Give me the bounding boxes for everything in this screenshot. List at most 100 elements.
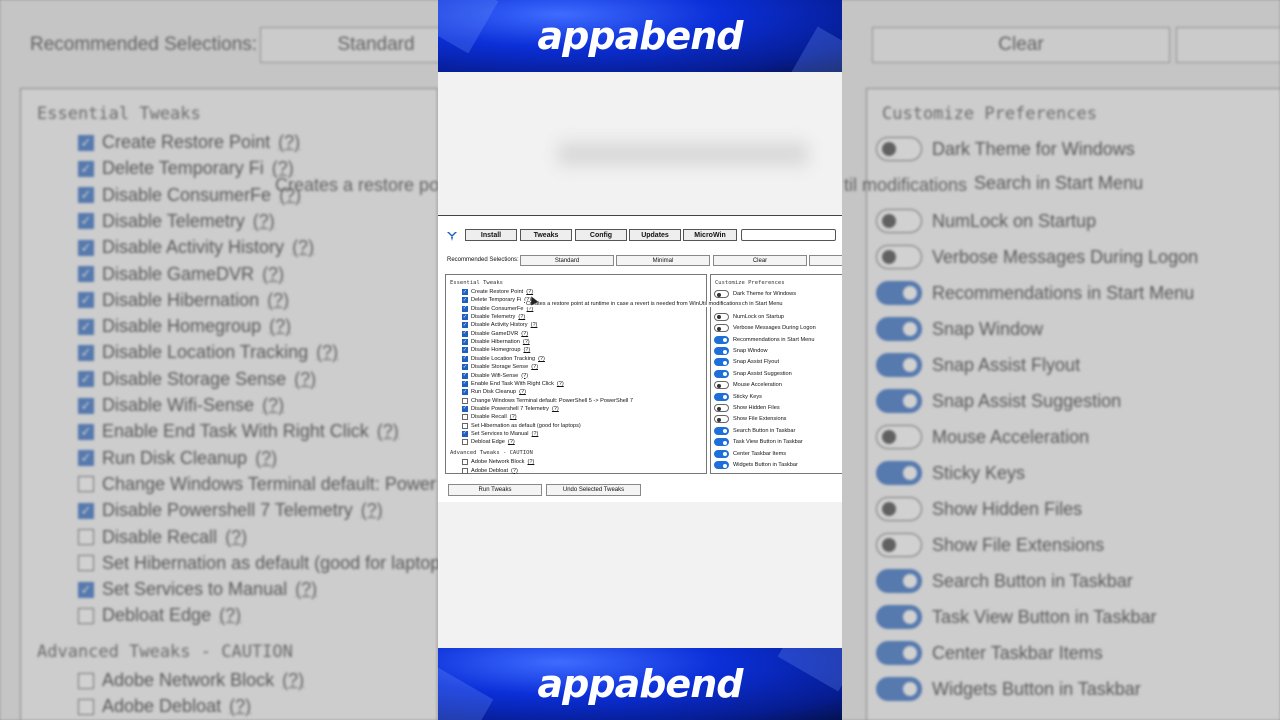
help-link[interactable]: (?) xyxy=(519,389,526,395)
tweak-checkbox[interactable] xyxy=(462,397,468,404)
preference-toggle[interactable] xyxy=(714,461,729,469)
advanced-tweak-item[interactable]: Adobe Debloat (?) xyxy=(462,467,518,474)
preference-item[interactable]: Show Hidden Files xyxy=(714,404,780,412)
standard-button[interactable]: Standard xyxy=(520,255,614,266)
help-link[interactable]: (?) xyxy=(527,459,534,465)
advanced-tweak-item[interactable]: Adobe Network Block (?) xyxy=(462,459,534,465)
undo-tweaks-button[interactable]: Undo Selected Tweaks xyxy=(546,484,641,496)
tweak-checkbox[interactable]: ✓ xyxy=(462,314,468,321)
help-link[interactable]: (?) xyxy=(552,406,559,412)
help-link[interactable]: (?) xyxy=(523,339,530,345)
preference-toggle[interactable] xyxy=(714,415,729,424)
help-link[interactable]: (?) xyxy=(523,347,530,353)
get-installed-button[interactable] xyxy=(809,255,842,266)
preference-item[interactable]: Recommendations in Start Menu xyxy=(714,335,814,344)
clear-button[interactable]: Clear xyxy=(713,255,807,266)
help-link[interactable]: (?) xyxy=(511,468,518,474)
tweak-item[interactable]: ✓ Disable Wifi-Sense (?) xyxy=(462,372,528,379)
help-link[interactable]: (?) xyxy=(538,356,545,362)
preference-item[interactable]: Center Taskbar Items xyxy=(714,449,786,458)
tweak-item[interactable]: ✓ Run Disk Cleanup (?) xyxy=(462,389,526,396)
tab-tweaks[interactable]: Tweaks xyxy=(520,229,572,241)
tab-microwin[interactable]: MicroWin xyxy=(683,229,737,241)
preference-item[interactable]: Task View Button in Taskbar xyxy=(714,438,803,447)
help-link[interactable]: (?) xyxy=(531,364,538,370)
tweak-checkbox[interactable]: ✓ xyxy=(462,389,468,396)
preference-toggle[interactable] xyxy=(714,381,729,390)
preference-toggle[interactable] xyxy=(714,324,729,333)
preference-item[interactable]: Snap Assist Suggestion xyxy=(714,369,792,378)
help-link[interactable]: (?) xyxy=(526,289,533,295)
tweak-item[interactable]: ✓ Disable GameDVR (?) xyxy=(462,330,528,337)
tweak-item[interactable]: ✓Delete Temporary Fi(?) xyxy=(462,297,531,304)
preference-item[interactable]: Show File Extensions xyxy=(714,415,786,424)
tweak-item[interactable]: Debloat Edge (?) xyxy=(462,439,515,446)
tweak-item[interactable]: ✓ Disable ConsumerFe (?) xyxy=(462,305,533,312)
help-link[interactable]: (?) xyxy=(521,373,528,379)
tweak-item[interactable]: ✓ Disable Location Tracking (?) xyxy=(462,355,545,362)
tweak-checkbox[interactable]: ✓ xyxy=(462,364,468,371)
tweak-item[interactable]: ✓ Disable Telemetry (?) xyxy=(462,314,525,321)
tweak-checkbox[interactable]: ✓ xyxy=(462,355,468,362)
tweak-checkbox[interactable]: ✓ xyxy=(462,405,468,412)
preference-item[interactable]: Snap Window xyxy=(714,347,768,355)
tweak-item[interactable]: ✓ Disable Hibernation (?) xyxy=(462,339,530,346)
tweak-item[interactable]: ✓ Disable Powershell 7 Telemetry (?) xyxy=(462,405,559,412)
help-link[interactable]: (?) xyxy=(557,381,564,387)
tweak-item[interactable]: Disable Recall (?) xyxy=(462,414,517,421)
tweak-item[interactable]: Change Windows Terminal default: PowerSh… xyxy=(462,397,633,404)
tweak-checkbox[interactable] xyxy=(462,414,468,421)
help-link[interactable]: (?) xyxy=(508,439,515,445)
tweak-checkbox[interactable]: ✓ xyxy=(462,347,468,354)
tweak-checkbox[interactable]: ✓ xyxy=(462,330,468,337)
help-link[interactable]: (?) xyxy=(510,414,517,420)
preference-item[interactable]: Widgets Button in Taskbar xyxy=(714,461,798,469)
tab-install[interactable]: Install xyxy=(465,229,517,241)
tweak-item[interactable]: ✓ Disable Activity History (?) xyxy=(462,322,538,329)
preference-toggle[interactable] xyxy=(714,335,729,344)
preference-item[interactable]: NumLock on Startup xyxy=(714,312,784,321)
tweak-item[interactable]: ✓ Disable Homegroup (?) xyxy=(462,347,530,354)
run-tweaks-button[interactable]: Run Tweaks xyxy=(448,484,542,496)
preference-item[interactable]: Search Button in Taskbar xyxy=(714,426,795,435)
tweak-checkbox[interactable]: ✓ xyxy=(462,339,468,346)
tweak-checkbox[interactable]: ✓ xyxy=(462,322,468,329)
preference-toggle[interactable] xyxy=(714,426,729,435)
preference-item[interactable]: Snap Assist Flyout xyxy=(714,358,779,367)
help-link[interactable]: (?) xyxy=(532,431,539,437)
preference-toggle[interactable] xyxy=(714,290,729,298)
preference-toggle[interactable] xyxy=(714,449,729,458)
tweak-checkbox[interactable] xyxy=(462,459,468,465)
tweak-checkbox[interactable]: ✓ xyxy=(462,297,468,304)
preference-item[interactable]: Verbose Messages During Logon xyxy=(714,324,816,333)
tweak-checkbox[interactable]: ✓ xyxy=(462,289,468,295)
preference-toggle[interactable] xyxy=(714,347,729,355)
tab-updates[interactable]: Updates xyxy=(629,229,681,241)
preference-toggle[interactable] xyxy=(714,438,729,447)
preference-toggle[interactable] xyxy=(714,392,729,401)
tweak-checkbox[interactable]: ✓ xyxy=(462,380,468,387)
minimal-button[interactable]: Minimal xyxy=(616,255,710,266)
tweak-item[interactable]: Set Hibernation as default (good for lap… xyxy=(462,422,581,429)
preference-item[interactable]: Mouse Acceleration xyxy=(714,381,782,390)
tweak-checkbox[interactable] xyxy=(462,422,468,429)
help-link[interactable]: (?) xyxy=(531,322,538,328)
tweak-checkbox[interactable] xyxy=(462,467,468,474)
tweak-item[interactable]: ✓ Disable Storage Sense (?) xyxy=(462,364,538,371)
tweak-item[interactable]: ✓ Set Services to Manual (?) xyxy=(462,430,539,437)
search-input[interactable] xyxy=(741,229,836,241)
preference-item[interactable]: Dark Theme for Windows xyxy=(714,290,796,298)
preference-toggle[interactable] xyxy=(714,404,729,412)
help-link[interactable]: (?) xyxy=(518,314,525,320)
tweak-item[interactable]: ✓ Create Restore Point (?) xyxy=(462,289,533,295)
preference-toggle[interactable] xyxy=(714,369,729,378)
tweak-checkbox[interactable] xyxy=(462,439,468,446)
preference-toggle[interactable] xyxy=(714,358,729,367)
tweak-item[interactable]: ✓ Enable End Task With Right Click (?) xyxy=(462,380,564,387)
preference-toggle[interactable] xyxy=(714,312,729,321)
tweak-checkbox[interactable]: ✓ xyxy=(462,372,468,379)
preference-item[interactable]: Sticky Keys xyxy=(714,392,762,401)
tweak-checkbox[interactable]: ✓ xyxy=(462,430,468,437)
tab-config[interactable]: Config xyxy=(575,229,627,241)
tweak-checkbox[interactable]: ✓ xyxy=(462,305,468,312)
